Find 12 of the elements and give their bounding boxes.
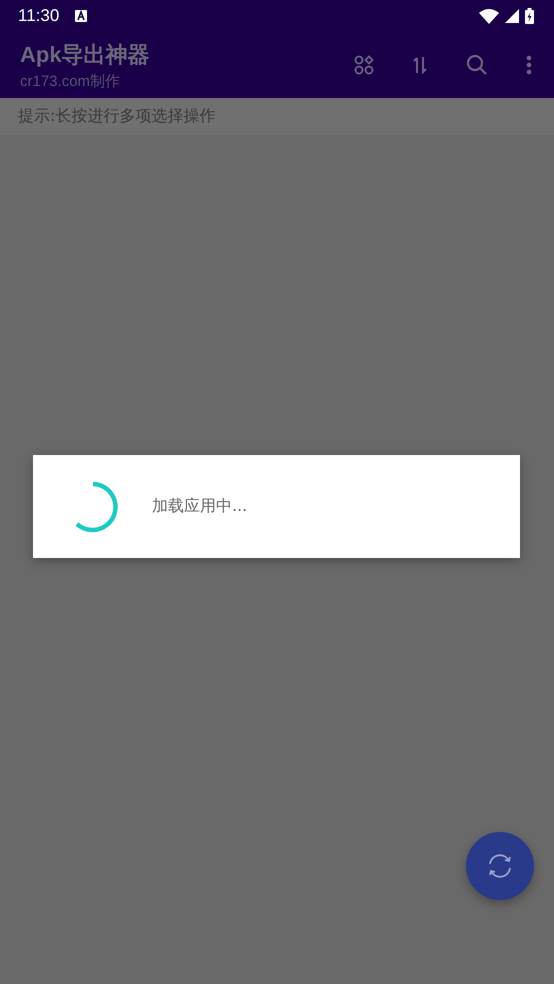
wifi-icon	[479, 8, 499, 24]
notification-icon	[75, 10, 88, 22]
more-icon[interactable]	[526, 55, 532, 75]
app-subtitle: cr173.com制作	[20, 72, 122, 90]
sort-icon[interactable]	[412, 56, 428, 74]
battery-icon	[525, 8, 534, 24]
loading-message: 加载应用中...	[152, 496, 248, 517]
app-title: Apk导出神器	[20, 40, 151, 69]
search-icon[interactable]	[466, 54, 488, 76]
status-time: 11:30	[18, 6, 60, 26]
grid-icon[interactable]	[354, 55, 374, 75]
signal-icon	[505, 9, 519, 23]
